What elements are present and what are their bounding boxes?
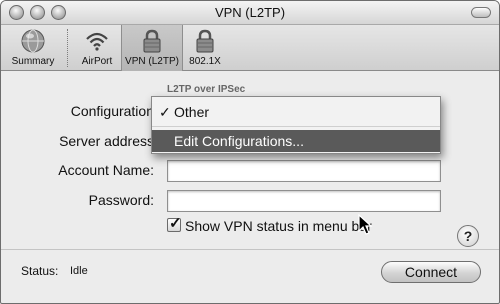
toolbar-item-8021x[interactable]: 802.1X (185, 25, 225, 71)
menu-item-label: Edit Configurations... (174, 133, 304, 149)
checkmark-icon: ✓ (159, 104, 171, 120)
wifi-icon (86, 32, 108, 51)
menu-separator (152, 126, 440, 127)
window-title: VPN (L2TP) (214, 5, 286, 20)
password-label: Password: (88, 192, 154, 208)
vpn-window: VPN (L2TP) Summary AirPort VPN (L2TP) 80… (0, 0, 500, 304)
show-vpn-status-checkbox[interactable]: ✓ (167, 215, 182, 232)
password-field[interactable] (167, 190, 441, 212)
checkmark-icon: ✓ (169, 215, 182, 232)
toolbar-item-vpn-l2tp[interactable]: VPN (L2TP) (121, 25, 183, 71)
toolbar-item-label: 802.1X (189, 56, 221, 67)
toolbar-toggle-button[interactable] (471, 7, 491, 18)
title-bar[interactable]: VPN (L2TP) (1, 1, 499, 25)
status-label: Status: (21, 264, 59, 278)
menu-item-other[interactable]: ✓ Other (152, 100, 440, 124)
toolbar: Summary AirPort VPN (L2TP) 802.1X (1, 25, 499, 71)
status-value: Idle (70, 265, 88, 277)
pointer-cursor-icon (358, 214, 373, 235)
vpn-settings-pane: L2TP over IPSec Configuration Server add… (1, 72, 499, 303)
lock-icon (143, 29, 161, 53)
toolbar-item-label: VPN (L2TP) (125, 56, 179, 67)
toolbar-item-summary[interactable]: Summary (3, 25, 63, 71)
connection-type-label: L2TP over IPSec (167, 84, 246, 95)
account-name-label: Account Name: (58, 162, 154, 178)
toolbar-item-label: AirPort (81, 56, 113, 67)
toolbar-item-label: Summary (11, 56, 55, 67)
menu-item-edit-configurations[interactable]: Edit Configurations... (152, 130, 440, 152)
toolbar-separator (67, 29, 68, 67)
show-vpn-status-label: Show VPN status in menu bar (185, 218, 372, 234)
divider (1, 249, 499, 250)
help-button[interactable]: ? (457, 225, 479, 247)
menu-item-label: Other (174, 104, 210, 120)
server-address-label: Server address (59, 133, 154, 149)
connect-button[interactable]: Connect (381, 261, 481, 283)
lock-icon (196, 29, 214, 53)
configuration-label: Configuration (70, 103, 154, 119)
configuration-menu: ✓ Other Edit Configurations... (151, 96, 441, 154)
globe-icon (21, 29, 45, 53)
account-name-field[interactable] (167, 160, 441, 182)
toolbar-item-airport[interactable]: AirPort (73, 25, 121, 71)
